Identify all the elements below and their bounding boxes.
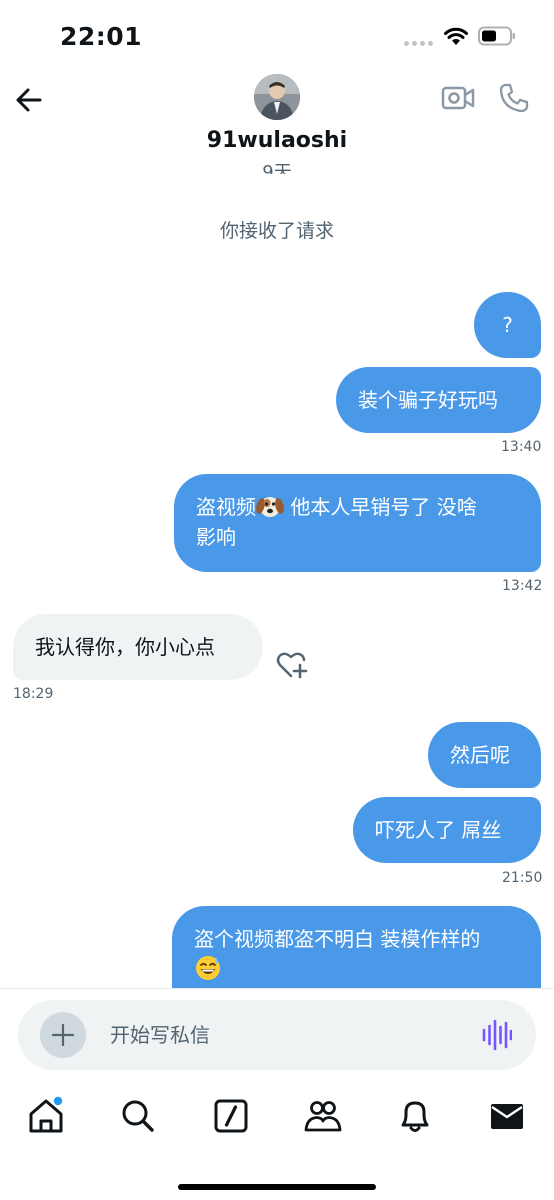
battery-icon <box>478 26 515 46</box>
message-line: 盗个视频都盗不明白 装模作样的 <box>194 927 481 951</box>
search-icon[interactable] <box>118 1096 158 1136</box>
signal-icon <box>404 40 434 46</box>
back-arrow-icon[interactable] <box>12 82 48 118</box>
message-line: 影响 <box>196 525 236 549</box>
request-accepted-note: 你接收了请求 <box>219 220 334 242</box>
dog-face-emoji <box>256 497 284 517</box>
status-bar: 22:01 <box>0 0 554 72</box>
bell-icon[interactable] <box>395 1096 435 1136</box>
conversation-username[interactable]: 91wulaoshi <box>0 128 554 153</box>
message-composer <box>18 1000 536 1070</box>
message-timestamp: 13:42 <box>502 578 543 594</box>
compose-icon[interactable] <box>211 1096 251 1136</box>
video-camera-icon[interactable] <box>441 84 475 112</box>
message-text: 然后呢 <box>450 743 510 767</box>
message-timestamp: 13:40 <box>501 439 542 455</box>
outgoing-message[interactable]: 盗个视频都盗不明白 装模作样的 <box>172 906 541 988</box>
avatar[interactable] <box>254 74 300 120</box>
voice-wave-icon[interactable] <box>482 1018 512 1052</box>
message-text: 装个骗子好玩吗 <box>358 388 498 412</box>
home-icon[interactable] <box>26 1096 66 1136</box>
message-line <box>194 954 519 984</box>
status-time: 22:01 <box>60 22 143 51</box>
heart-plus-icon[interactable] <box>276 650 308 680</box>
incoming-message[interactable]: 我认得你，你小心点 <box>13 614 263 680</box>
grinning-sweat-emoji <box>196 956 220 980</box>
composer-divider <box>0 988 554 989</box>
message-line: 盗视频 他本人早销号了 没啥 <box>196 492 519 522</box>
outgoing-message[interactable]: 然后呢 <box>428 722 541 788</box>
people-icon[interactable] <box>303 1096 343 1136</box>
add-media-button[interactable] <box>40 1012 86 1058</box>
message-timestamp: 18:29 <box>13 686 54 702</box>
conversation-header: 91wulaoshi <box>0 72 554 164</box>
phone-icon[interactable] <box>498 82 530 114</box>
outgoing-message[interactable]: 吓死人了 屌丝 <box>353 797 541 863</box>
outgoing-message[interactable]: 盗视频 他本人早销号了 没啥 影响 <box>174 474 541 572</box>
wifi-icon <box>444 27 468 45</box>
message-timestamp: 21:50 <box>502 870 543 886</box>
message-text: 吓死人了 屌丝 <box>375 818 502 842</box>
message-input[interactable] <box>110 1020 440 1050</box>
message-text: ? <box>502 313 513 337</box>
home-indicator <box>178 1184 376 1190</box>
outgoing-message[interactable]: ? <box>474 292 541 358</box>
envelope-icon[interactable] <box>487 1096 527 1136</box>
outgoing-message[interactable]: 装个骗子好玩吗 <box>336 367 541 433</box>
message-text: 我认得你，你小心点 <box>35 635 215 659</box>
avatar-image <box>254 74 300 120</box>
plus-icon <box>51 1023 75 1047</box>
